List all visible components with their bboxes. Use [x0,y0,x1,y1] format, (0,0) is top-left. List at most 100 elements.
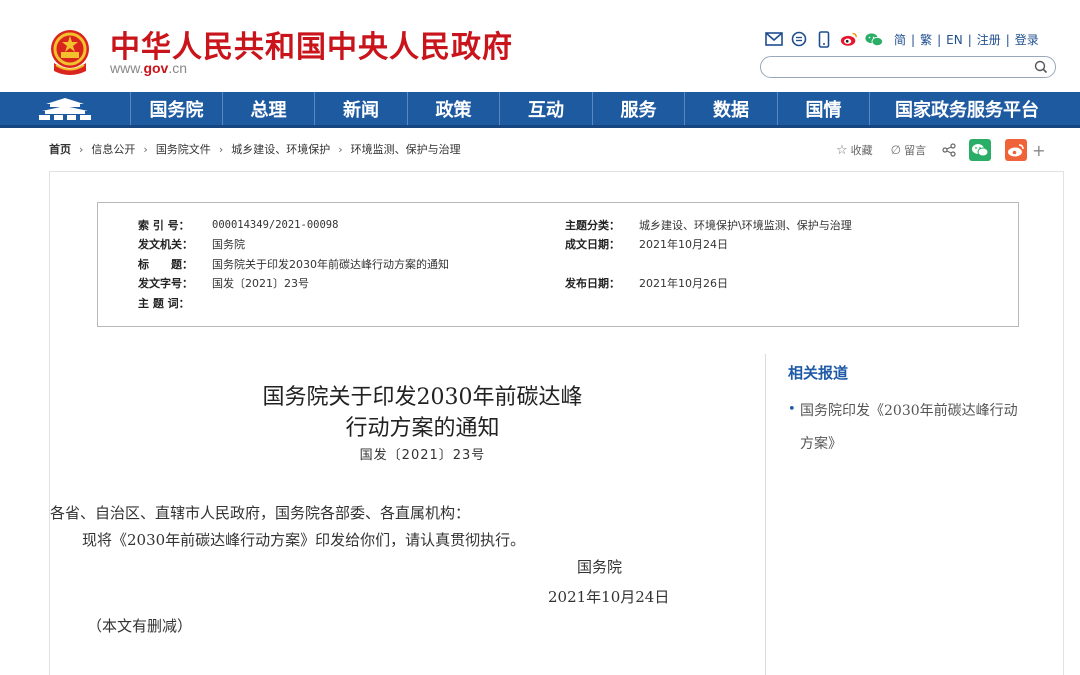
site-url-prefix: www. [110,60,144,76]
bullet-icon: • [788,402,796,417]
nav-item-premier[interactable]: 总理 [222,92,314,125]
article-note: （本文有删减） [87,617,193,635]
nav-item-service-platform[interactable]: 国家政务服务平台 [869,92,1064,125]
english-link[interactable]: EN [946,33,963,47]
nav-item-policy[interactable]: 政策 [407,92,499,125]
chevron-right-icon: › [218,142,224,156]
meta-label: 成文日期： [565,238,620,251]
mobile-icon[interactable] [815,30,833,48]
breadcrumb-urban-environment[interactable]: 城乡建设、环境保护 [231,141,330,157]
chevron-right-icon: › [79,142,84,156]
site-url-suffix: .cn [168,60,188,76]
meta-published-date: 发布日期： 2021年10月26日 [565,274,728,292]
divider: | [937,32,942,47]
site-header: 中华人民共和国中央人民政府 www.gov.cn 简 | 繁 | EN | 注册… [0,0,1080,92]
meta-label: 主 题 词： [138,297,190,310]
wechat-icon [972,144,989,157]
meta-value: 2021年10月26日 [639,277,728,290]
divider: | [967,32,972,47]
main-nav: 国务院 总理 新闻 政策 互动 服务 数据 国情 国家政务服务平台 [0,92,1080,128]
search-input[interactable] [771,58,1031,78]
nav-items: 国务院 总理 新闻 政策 互动 服务 数据 国情 国家政务服务平台 [130,92,1064,125]
divider: | [911,32,916,47]
article-title-line: 国务院关于印发2030年前碳达峰 [262,385,583,410]
article-signature: 国务院 [577,558,623,576]
search-icon[interactable] [1033,59,1049,75]
related-item[interactable]: • 国务院印发《2030年前碳达峰行动方案》 [788,395,1018,461]
weibo-icon[interactable] [840,31,858,47]
nav-item-services[interactable]: 服务 [592,92,684,125]
favorite-label: 收藏 [850,144,873,157]
login-link[interactable]: 登录 [1015,31,1039,48]
search-box [760,56,1056,78]
weibo-share-button[interactable] [1005,139,1028,161]
pen-icon: ∅ [890,143,902,157]
article-doc-number: 国发〔2021〕23号 [359,448,486,463]
national-emblem-icon[interactable] [46,27,94,77]
wechat-share-button[interactable] [969,139,992,161]
meta-value: 国务院 [212,238,245,251]
divider: | [1005,32,1010,47]
chat-icon[interactable] [790,31,808,47]
meta-value: 000014349/2021-00098 [212,219,339,231]
share-bar: ☆ 收藏 ∅ 留言 + [836,139,1046,161]
meta-value: 国发〔2021〕23号 [212,277,309,290]
meta-label: 索 引 号： [138,219,190,232]
article-date: 2021年10月24日 [548,588,670,606]
register-link[interactable]: 注册 [977,31,1001,48]
site-url-gov: gov [143,60,169,76]
meta-value: 国务院关于印发2030年前碳达峰行动方案的通知 [212,258,449,271]
related-reports: 相关报道 • 国务院印发《2030年前碳达峰行动方案》 [765,354,1065,675]
meta-keywords: 主 题 词： [138,294,212,312]
meta-value: 城乡建设、环境保护\环境监测、保护与治理 [639,219,852,232]
breadcrumb-info-disclosure[interactable]: 信息公开 [91,141,135,157]
meta-value: 2021年10月24日 [639,238,728,251]
tiananmen-icon [39,97,91,120]
wechat-icon[interactable] [865,31,883,47]
top-links: 简 | 繁 | EN | 注册 | 登录 [894,31,1039,48]
simplified-link[interactable]: 简 [894,31,906,48]
metadata-box: 索 引 号： 000014349/2021-00098 主题分类： 城乡建设、环… [97,202,1019,327]
meta-label: 发文机关： [138,238,193,251]
meta-doc-number: 发文字号： 国发〔2021〕23号 [138,274,309,292]
star-icon: ☆ [836,142,848,158]
site-url: www.gov.cn [110,60,187,76]
comment-button[interactable]: ∅ 留言 [891,142,926,158]
meta-topic: 主题分类： 城乡建设、环境保护\环境监测、保护与治理 [565,216,852,234]
nav-item-news[interactable]: 新闻 [314,92,407,125]
chevron-right-icon: › [143,142,148,156]
comment-label: 留言 [904,144,927,157]
chevron-right-icon: › [338,142,343,156]
breadcrumb-home[interactable]: 首页 [49,141,71,157]
plus-icon[interactable]: + [1032,141,1045,160]
related-item-label: 国务院印发《2030年前碳达峰行动方案》 [800,403,1018,452]
share-icon [942,143,956,157]
meta-label: 发文字号： [138,277,193,290]
traditional-link[interactable]: 繁 [920,31,932,48]
meta-issuer: 发文机关： 国务院 [138,235,245,253]
share-button[interactable] [942,143,956,157]
article-body: 现将《2030年前碳达峰行动方案》印发给你们，请认真贯彻执行。 [82,531,526,549]
nav-item-national-profile[interactable]: 国情 [777,92,869,125]
breadcrumb-state-council-docs[interactable]: 国务院文件 [156,141,211,157]
meta-label: 标 题： [138,258,193,271]
meta-written-date: 成文日期： 2021年10月24日 [565,235,728,253]
top-icon-bar [765,30,883,48]
favorite-button[interactable]: ☆ 收藏 [836,142,873,158]
breadcrumb-environment-monitoring[interactable]: 环境监测、保护与治理 [351,141,461,157]
meta-title: 标 题： 国务院关于印发2030年前碳达峰行动方案的通知 [138,255,449,273]
content-panel: 索 引 号： 000014349/2021-00098 主题分类： 城乡建设、环… [49,171,1064,675]
related-title: 相关报道 [788,364,849,382]
article-title-line: 行动方案的通知 [345,416,500,441]
nav-item-interaction[interactable]: 互动 [499,92,592,125]
meta-index: 索 引 号： 000014349/2021-00098 [138,216,338,234]
weibo-icon [1008,144,1024,157]
nav-item-data[interactable]: 数据 [684,92,777,125]
nav-item-state-council[interactable]: 国务院 [130,92,222,125]
mail-icon[interactable] [765,31,783,47]
nav-home[interactable] [0,92,130,125]
meta-label: 主题分类： [565,219,620,232]
breadcrumb: 首页 › 信息公开 › 国务院文件 › 城乡建设、环境保护 › 环境监测、保护与… [49,141,461,157]
article-recipients: 各省、自治区、直辖市人民政府，国务院各部委、各直属机构： [50,504,471,522]
article-title: 国务院关于印发2030年前碳达峰 行动方案的通知 [50,382,795,444]
